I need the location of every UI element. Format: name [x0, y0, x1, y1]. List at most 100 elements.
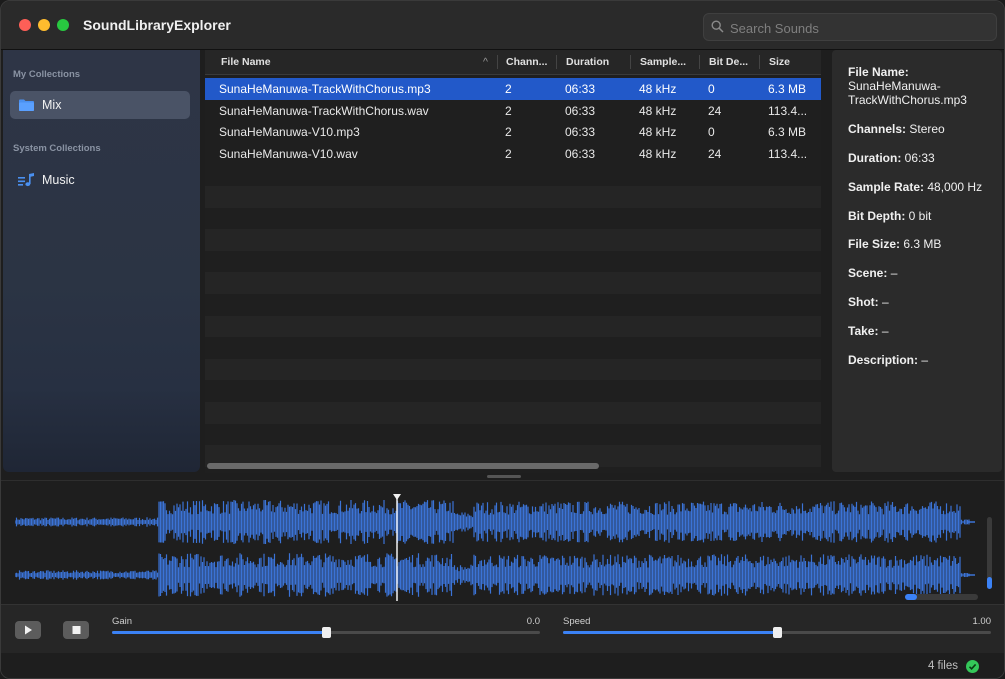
column-divider[interactable]	[630, 55, 631, 69]
cell-channels: 2	[505, 146, 512, 161]
status-ok-icon	[966, 660, 979, 673]
gain-slider-knob[interactable]	[322, 627, 331, 638]
play-button[interactable]	[15, 621, 41, 639]
file-table: File Name ^ Chann... Duration Sample... …	[205, 50, 821, 473]
stop-icon	[72, 626, 81, 634]
cell-channels: 2	[505, 125, 512, 140]
app-window: SoundLibraryExplorer My Collections Mix …	[0, 0, 1005, 679]
title-bar: SoundLibraryExplorer	[1, 1, 1004, 50]
search-input[interactable]	[728, 17, 992, 39]
column-divider[interactable]	[497, 55, 498, 69]
sidebar: My Collections Mix System Collections Mu…	[3, 50, 200, 472]
empty-table-row	[205, 294, 821, 316]
table-row[interactable]: SunaHeManuwa-V10.wav 2 06:33 48 kHz 24 1…	[205, 143, 821, 165]
zoom-window-button[interactable]	[57, 19, 69, 31]
cell-size: 113.4...	[768, 146, 808, 161]
cell-size: 6.3 MB	[768, 125, 807, 140]
column-divider[interactable]	[759, 55, 760, 69]
search-icon	[711, 20, 724, 33]
waveform-view[interactable]	[1, 480, 1004, 605]
inspector-description: Description: –	[848, 353, 929, 367]
speed-value: 1.00	[972, 616, 992, 627]
playhead-handle[interactable]	[393, 494, 401, 500]
folder-icon	[19, 99, 34, 111]
cell-bit-depth: 24	[708, 103, 722, 118]
sidebar-item-label: Music	[42, 173, 75, 187]
playback-controls: Gain 0.0 Speed 1.00	[1, 604, 1004, 653]
speed-slider[interactable]	[563, 627, 991, 638]
cell-channels: 2	[505, 82, 512, 96]
column-divider[interactable]	[699, 55, 700, 69]
app-title: SoundLibraryExplorer	[83, 17, 231, 33]
search-field[interactable]	[703, 13, 997, 41]
cell-channels: 2	[505, 103, 512, 118]
empty-table-row	[205, 337, 821, 359]
vertical-zoom-scrollbar[interactable]	[987, 517, 992, 589]
split-view-divider[interactable]	[487, 475, 521, 478]
inspector-shot: Shot: –	[848, 295, 889, 309]
table-row[interactable]: SunaHeManuwa-V10.mp3 2 06:33 48 kHz 0 6.…	[205, 121, 821, 143]
inspector-panel: File Name: SunaHeManuwa- TrackWithChorus…	[832, 50, 1002, 472]
inspector-channels: Channels: Stereo	[848, 122, 945, 136]
empty-table-row	[205, 358, 821, 381]
scroll-thumb[interactable]	[987, 577, 992, 589]
column-header-file-name[interactable]: File Name	[221, 56, 271, 68]
inspector-file-size: File Size: 6.3 MB	[848, 237, 942, 251]
empty-table-row	[205, 251, 821, 273]
sidebar-heading-my-collections: My Collections	[13, 69, 81, 80]
gain-label: Gain	[112, 616, 133, 627]
empty-table-row	[205, 272, 821, 294]
empty-table-row	[205, 229, 821, 251]
column-divider[interactable]	[556, 55, 557, 69]
gain-slider[interactable]	[112, 627, 540, 638]
cell-file-name: SunaHeManuwa-TrackWithChorus.wav	[219, 103, 429, 118]
table-row[interactable]: SunaHeManuwa-TrackWithChorus.wav 2 06:33…	[205, 100, 821, 122]
column-header-duration[interactable]: Duration	[566, 56, 609, 68]
waveform-channel	[15, 500, 970, 544]
stop-button[interactable]	[63, 621, 89, 639]
gain-slider-fill	[112, 631, 326, 634]
speed-slider-knob[interactable]	[773, 627, 782, 638]
table-row[interactable]: SunaHeManuwa-TrackWithChorus.mp3 2 06:33…	[205, 78, 821, 100]
cell-bit-depth: 24	[708, 146, 722, 161]
inspector-duration: Duration: 06:33	[848, 151, 935, 165]
cell-sample-rate: 48 kHz	[639, 82, 677, 96]
inspector-scene: Scene: –	[848, 266, 898, 280]
cell-duration: 06:33	[565, 103, 596, 118]
sort-ascending-icon: ^	[483, 56, 488, 68]
cell-sample-rate: 48 kHz	[639, 103, 677, 118]
cell-file-name: SunaHeManuwa-V10.mp3	[219, 125, 360, 140]
sidebar-item-mix[interactable]: Mix	[10, 91, 190, 119]
column-header-channels[interactable]: Chann...	[506, 56, 547, 68]
sidebar-item-music[interactable]: Music	[10, 166, 190, 194]
music-note-list-icon	[18, 173, 34, 187]
scroll-thumb[interactable]	[905, 594, 917, 600]
empty-table-row	[205, 164, 821, 186]
cell-file-name: SunaHeManuwa-TrackWithChorus.mp3	[219, 82, 431, 96]
horizontal-zoom-scrollbar[interactable]	[905, 594, 978, 600]
cell-bit-depth: 0	[708, 125, 715, 140]
empty-table-row	[205, 315, 821, 338]
cell-file-name: SunaHeManuwa-V10.wav	[219, 146, 358, 161]
minimize-window-button[interactable]	[38, 19, 50, 31]
cell-duration: 06:33	[565, 146, 596, 161]
speed-slider-fill	[563, 631, 777, 634]
inspector-file-name: File Name: SunaHeManuwa- TrackWithChorus…	[848, 65, 967, 107]
waveform-channel	[15, 553, 970, 597]
empty-table-row	[205, 424, 821, 446]
sidebar-item-label: Mix	[42, 98, 62, 112]
column-header-sample-rate[interactable]: Sample...	[640, 56, 686, 68]
waveform[interactable]	[15, 491, 975, 601]
sidebar-heading-system-collections: System Collections	[13, 143, 101, 154]
table-body: SunaHeManuwa-TrackWithChorus.mp3 2 06:33…	[205, 78, 821, 467]
inspector-bit-depth: Bit Depth: 0 bit	[848, 209, 932, 223]
close-window-button[interactable]	[19, 19, 31, 31]
column-header-size[interactable]: Size	[769, 56, 790, 68]
inspector-take: Take: –	[848, 324, 889, 338]
column-header-bit-depth[interactable]: Bit De...	[709, 56, 748, 68]
gain-value: 0.0	[526, 616, 540, 627]
cell-size: 113.4...	[768, 103, 808, 118]
horizontal-scrollbar[interactable]	[207, 463, 599, 469]
empty-table-row	[205, 401, 821, 424]
inspector-sample-rate: Sample Rate: 48,000 Hz	[848, 180, 983, 194]
